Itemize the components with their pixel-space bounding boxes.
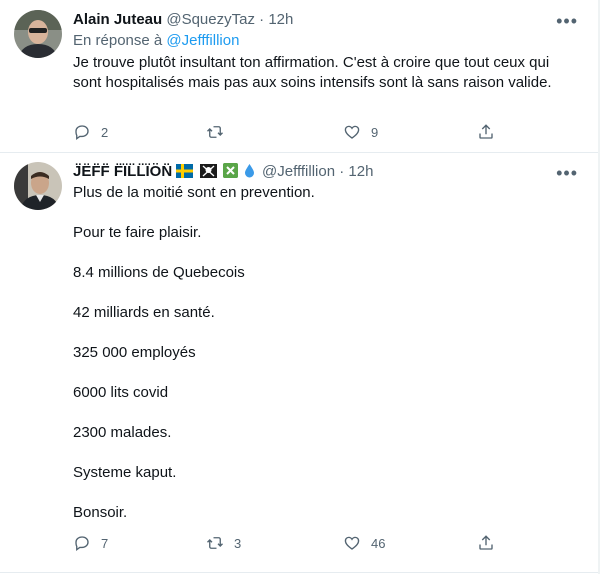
avatar[interactable] <box>14 10 62 58</box>
tweet-line: 6000 lits covid <box>73 384 169 401</box>
more-options-icon[interactable]: ••• <box>556 164 578 182</box>
share-button[interactable] <box>477 533 495 553</box>
user-handle[interactable]: @SquezyTaz <box>166 11 255 28</box>
tweet-line: 2300 malades. <box>73 424 172 441</box>
tweet-text: Je trouve plutôt insultant ton affirmati… <box>73 54 552 91</box>
retweet-count: 3 <box>234 535 242 551</box>
tweet-header: Alain Juteau @SquezyTaz · 12h <box>73 9 293 31</box>
reply-count: 2 <box>101 124 109 140</box>
retweet-icon <box>207 126 223 138</box>
bottom-divider <box>0 572 598 573</box>
tweet-line: 42 milliards en santé. <box>73 304 215 321</box>
share-button[interactable] <box>477 122 495 142</box>
tweet-alain-juteau[interactable]: Alain Juteau @SquezyTaz · 12h ••• En rép… <box>0 0 598 152</box>
separator-dot: · <box>259 11 265 28</box>
more-options-icon[interactable]: ••• <box>556 12 578 30</box>
heart-icon <box>344 536 360 550</box>
pirate-flag-emoji-icon <box>199 164 217 178</box>
retweet-button[interactable]: 3 <box>206 533 241 553</box>
timestamp[interactable]: 12h <box>348 163 373 180</box>
user-handle[interactable]: @Jefffillion <box>262 163 335 180</box>
retweet-button[interactable] <box>206 122 234 142</box>
flag-sweden-emoji-icon <box>176 164 194 178</box>
like-button[interactable]: 9 <box>343 122 378 142</box>
avatar[interactable] <box>14 162 62 210</box>
tweet-line: Bonsoir. <box>73 504 128 521</box>
tweet-line: Pour te faire plaisir. <box>73 224 202 241</box>
action-bar: 2 9 <box>73 122 503 142</box>
timestamp[interactable]: 12h <box>268 11 293 28</box>
reply-button[interactable]: 7 <box>73 533 108 553</box>
tweet-line: Systeme kaput. <box>73 464 177 481</box>
tweet-header: J̈ËF̈F̈ F̈ÏL̈L̈ÏÖN̈ @Jefffillion · 12h <box>73 161 373 183</box>
cross-mark-emoji-icon <box>222 163 238 178</box>
reply-handle-link[interactable]: @Jefffillion <box>166 32 239 49</box>
retweet-icon <box>207 537 223 549</box>
droplet-emoji-icon <box>244 163 255 185</box>
heart-icon <box>344 125 360 139</box>
tweet-line: 325 000 employés <box>73 344 196 361</box>
like-count: 46 <box>371 535 386 551</box>
tweet-line: Plus de la moitié sont en prevention. <box>73 184 315 201</box>
reply-icon <box>75 125 89 141</box>
like-button[interactable]: 46 <box>343 533 385 553</box>
reply-prefix: En réponse à <box>73 32 163 49</box>
action-bar: 7 3 46 <box>73 533 503 553</box>
tweet-jeff-fillion[interactable]: J̈ËF̈F̈ F̈ÏL̈L̈ÏÖN̈ @Jefffillion · 12h •… <box>0 153 598 574</box>
reply-button[interactable]: 2 <box>73 122 108 142</box>
reply-context: En réponse à @Jefffillion <box>73 31 239 51</box>
share-icon <box>479 124 493 139</box>
reply-count: 7 <box>101 535 109 551</box>
display-name[interactable]: J̈ËF̈F̈ F̈ÏL̈L̈ÏÖN̈ <box>73 163 172 180</box>
separator-dot: · <box>339 163 345 180</box>
like-count: 9 <box>371 124 379 140</box>
tweet-line: 8.4 millions de Quebecois <box>73 264 245 281</box>
reply-icon <box>75 536 89 552</box>
share-icon <box>479 535 493 550</box>
display-name[interactable]: Alain Juteau <box>73 11 162 28</box>
